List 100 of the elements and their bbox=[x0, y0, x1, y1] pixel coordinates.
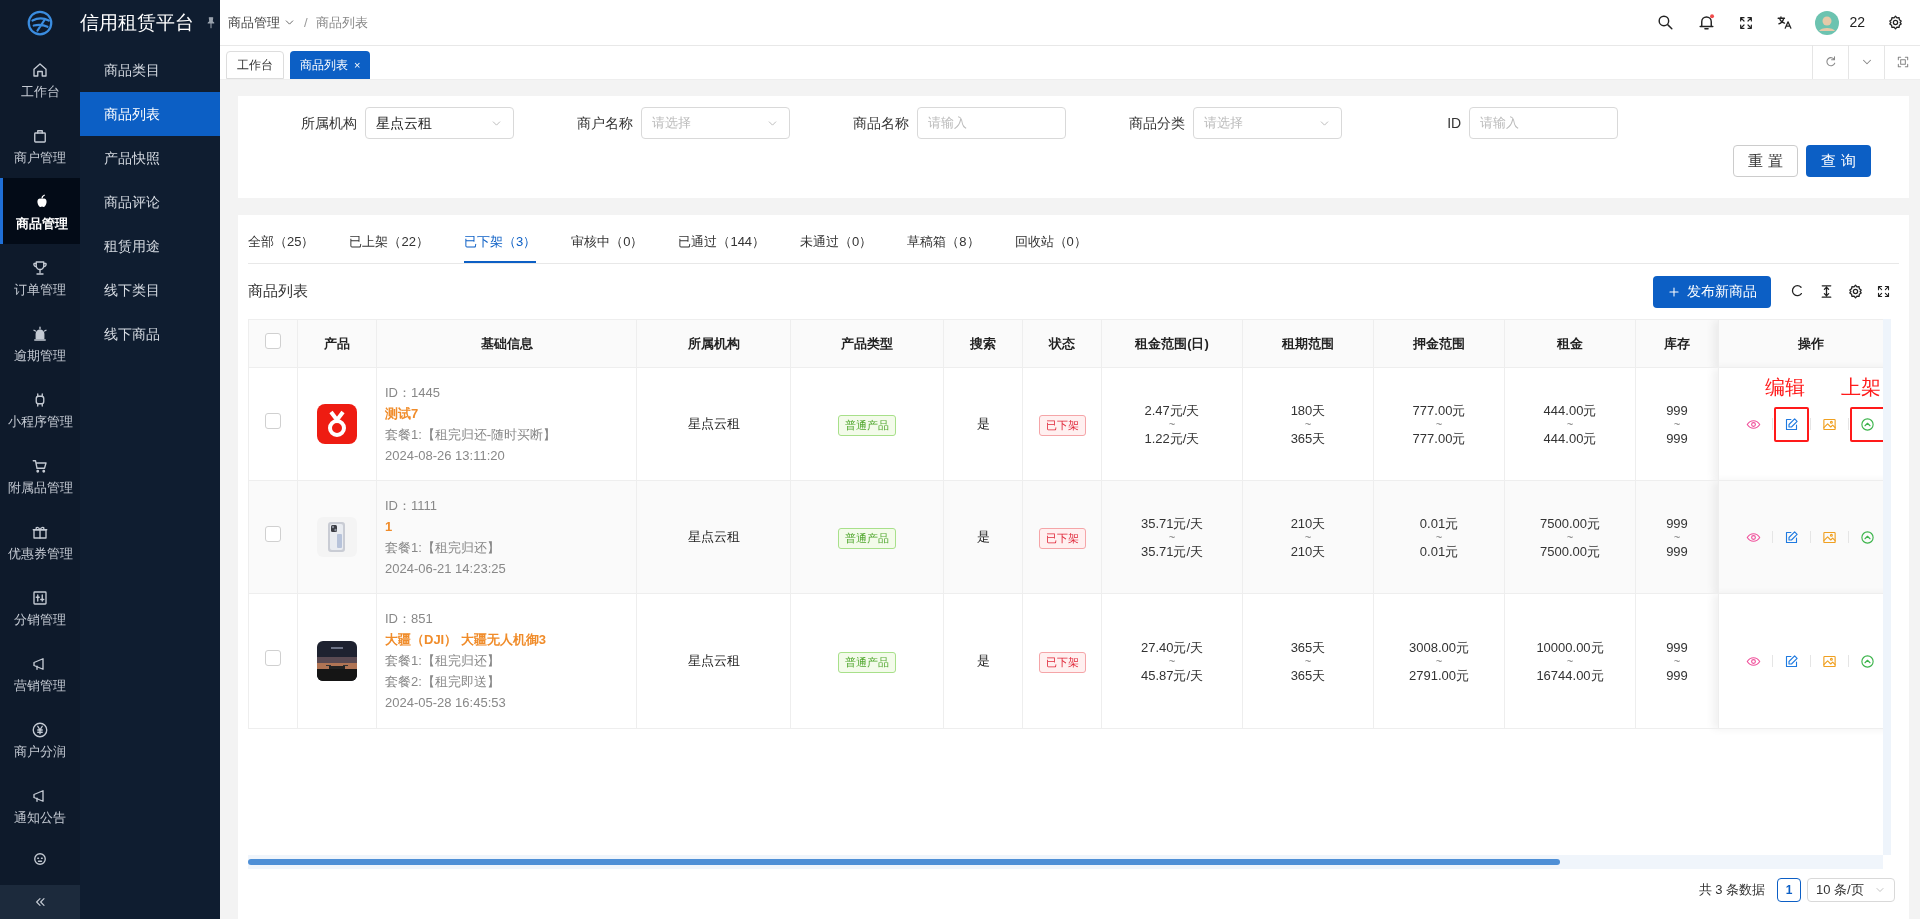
annotation-box bbox=[1774, 406, 1809, 442]
breadcrumb-link[interactable]: 商品管理 bbox=[228, 12, 280, 33]
tilde: ~ bbox=[1168, 531, 1176, 543]
page-size-select[interactable]: 10 条/页 bbox=[1807, 878, 1895, 902]
org-text: 星点云租 bbox=[687, 416, 740, 432]
close-icon[interactable]: × bbox=[354, 56, 361, 74]
nav-item[interactable]: 通知公告 bbox=[0, 772, 80, 838]
submenu-item[interactable]: 线下类目 bbox=[80, 268, 220, 312]
org-text: 星点云租 bbox=[687, 653, 740, 669]
checkbox[interactable] bbox=[265, 650, 281, 666]
term-range-text: 365天 bbox=[1290, 429, 1326, 447]
search-text: 是 bbox=[976, 653, 990, 669]
deposit-range-text: 2791.00元 bbox=[1409, 666, 1469, 684]
tilde: ~ bbox=[1435, 418, 1443, 430]
nav-item[interactable]: 商品管理 bbox=[0, 178, 80, 244]
date-text: 2024-08-26 13:11:20 bbox=[385, 446, 506, 465]
rent-text: 7500.00元 bbox=[1540, 514, 1600, 532]
status-tab[interactable]: 已上架（22） bbox=[349, 223, 429, 263]
status-tab[interactable]: 回收站（0） bbox=[1014, 223, 1087, 263]
submenu-item[interactable]: 商品类目 bbox=[80, 48, 220, 92]
submenu-item[interactable]: 商品列表 bbox=[80, 92, 220, 136]
stock-text: 999 bbox=[1666, 666, 1688, 684]
status-tab[interactable]: 审核中（0） bbox=[571, 223, 644, 263]
stock-text: 999 bbox=[1666, 429, 1688, 447]
status-tag: 已下架 bbox=[1038, 528, 1086, 549]
nav-item[interactable]: 商户管理 bbox=[0, 112, 80, 178]
term-range-text: 210天 bbox=[1290, 542, 1326, 560]
field-label: 所属机构 bbox=[300, 113, 358, 133]
tilde: ~ bbox=[1566, 418, 1574, 430]
column-header: 所属机构 bbox=[687, 335, 740, 351]
nav-item[interactable]: 优惠券管理 bbox=[0, 508, 80, 574]
nav-item[interactable]: 逾期管理 bbox=[0, 310, 80, 376]
translate-icon bbox=[1776, 14, 1794, 31]
edit-button[interactable] bbox=[1783, 415, 1800, 433]
app-logo-icon bbox=[317, 404, 357, 444]
nav-item[interactable]: 附属品管理 bbox=[0, 442, 80, 508]
checkbox[interactable] bbox=[265, 526, 281, 542]
rent-text: 10000.00元 bbox=[1536, 638, 1604, 656]
reset-button[interactable]: 重 置 bbox=[1733, 145, 1798, 177]
status-tag: 已下架 bbox=[1038, 652, 1086, 673]
search-text: 是 bbox=[976, 416, 990, 432]
column-header: 租期范围 bbox=[1282, 335, 1334, 351]
type-tag: 普通产品 bbox=[838, 528, 896, 549]
edit-icon bbox=[1784, 529, 1799, 545]
table-title: 商品列表 bbox=[248, 281, 308, 302]
nav-item[interactable]: 商户分润 bbox=[0, 706, 80, 772]
page-tab[interactable]: 商品列表 × bbox=[290, 51, 371, 79]
page-tab[interactable]: 工作台 bbox=[226, 51, 284, 79]
arrow-up-circle-icon bbox=[1860, 416, 1875, 432]
submenu-item[interactable]: 线下商品 bbox=[80, 312, 220, 356]
column-header: 押金范围 bbox=[1413, 335, 1465, 351]
deposit-range-text: 0.01元 bbox=[1419, 514, 1459, 532]
nav-item[interactable]: 小程序管理 bbox=[0, 376, 80, 442]
nav-item[interactable]: 分销管理 bbox=[0, 574, 80, 640]
column-header: 租金 bbox=[1557, 335, 1583, 351]
column-header: 操作 bbox=[1797, 335, 1824, 351]
nav-item[interactable]: 营销管理 bbox=[0, 640, 80, 706]
submenu-item[interactable]: 商品评论 bbox=[80, 180, 220, 224]
trophy-icon bbox=[31, 258, 49, 277]
edit-button[interactable] bbox=[1783, 528, 1800, 546]
page-button[interactable]: 1 bbox=[1777, 878, 1801, 902]
deposit-range-text: 0.01元 bbox=[1419, 542, 1459, 560]
select-field[interactable]: 星点云租 bbox=[365, 107, 514, 139]
nav-item[interactable]: 工作台 bbox=[0, 46, 80, 112]
tilde: ~ bbox=[1435, 531, 1443, 543]
stock-text: 999 bbox=[1666, 401, 1688, 419]
fullscreen-icon bbox=[1876, 284, 1891, 299]
search-button[interactable]: 查 询 bbox=[1806, 145, 1871, 177]
image-icon bbox=[1822, 529, 1837, 545]
checkbox[interactable] bbox=[265, 413, 281, 429]
checkbox[interactable] bbox=[265, 332, 281, 349]
column-header: 基础信息 bbox=[480, 335, 533, 351]
arrow-up-circle-button[interactable] bbox=[1859, 528, 1876, 546]
image-icon bbox=[1822, 416, 1837, 432]
edit-icon bbox=[1784, 653, 1799, 669]
submenu-item[interactable]: 产品快照 bbox=[80, 136, 220, 180]
rent-range-text: 35.71元/天 bbox=[1140, 514, 1204, 532]
status-tab[interactable]: 草稿箱（8） bbox=[907, 223, 980, 263]
status-tab[interactable]: 全部（25） bbox=[248, 223, 315, 263]
sliders-icon bbox=[31, 588, 49, 607]
user-name[interactable]: 22 bbox=[1849, 12, 1865, 33]
arrow-up-circle-button[interactable] bbox=[1859, 652, 1876, 670]
type-tag: 普通产品 bbox=[838, 652, 896, 673]
org-text: 星点云租 bbox=[687, 529, 740, 545]
status-tab[interactable]: 未通过（0） bbox=[800, 223, 873, 263]
product-id: ID：851 bbox=[385, 610, 434, 628]
submenu-item[interactable]: 租赁用途 bbox=[80, 224, 220, 268]
image-icon bbox=[1822, 653, 1837, 669]
stock-text: 999 bbox=[1666, 638, 1688, 656]
tilde: ~ bbox=[1304, 531, 1312, 543]
package-text: 套餐1:【租完归还】 bbox=[385, 652, 501, 670]
arrow-up-circle-button[interactable] bbox=[1859, 415, 1876, 433]
status-tab[interactable]: 已下架（3） bbox=[463, 223, 537, 263]
nav-item[interactable]: 订单管理 bbox=[0, 244, 80, 310]
tilde: ~ bbox=[1168, 655, 1176, 667]
status-tab[interactable]: 已通过（144） bbox=[678, 223, 766, 263]
term-range-text: 210天 bbox=[1290, 514, 1326, 532]
scrollbar-thumb[interactable] bbox=[248, 859, 1560, 865]
publish-new-button[interactable]: 发布新商品 bbox=[1653, 275, 1771, 308]
edit-button[interactable] bbox=[1783, 652, 1800, 670]
